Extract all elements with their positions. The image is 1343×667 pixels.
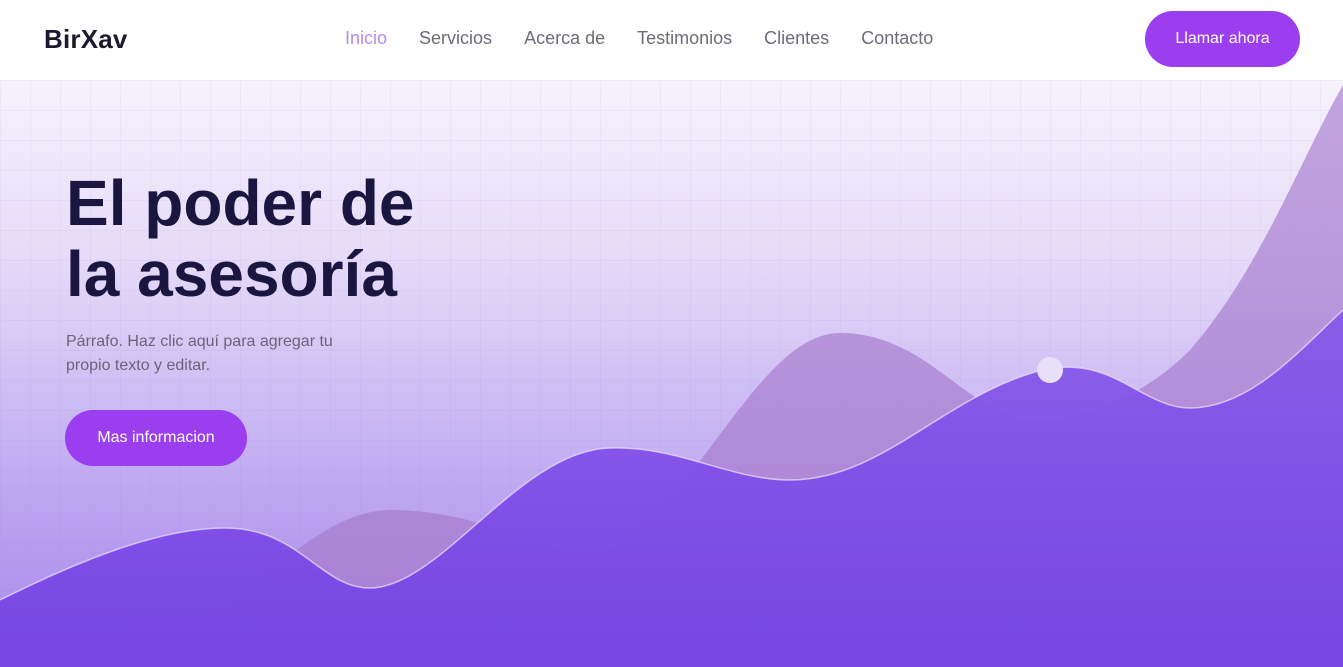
nav-item-acerca-de[interactable]: Acerca de [524,28,605,49]
hero-paragraph: Párrafo. Haz clic aquí para agregar tu p… [66,333,333,374]
nav-item-testimonios[interactable]: Testimonios [637,28,732,49]
hero-section: El poder de la asesoría Párrafo. Haz cli… [0,80,1343,667]
peak-marker-dot [1037,357,1063,383]
headline-line-2: la asesoría [66,238,397,310]
headline-line-1: El poder de [66,167,415,239]
nav-item-contacto[interactable]: Contacto [861,28,933,49]
site-header: BirXav Inicio Servicios Acerca de Testim… [0,0,1343,80]
site-logo[interactable]: BirXav [44,24,128,55]
call-now-button[interactable]: Llamar ahora [1145,11,1300,67]
nav-item-inicio[interactable]: Inicio [345,28,387,49]
nav-item-servicios[interactable]: Servicios [419,28,492,49]
main-nav: Inicio Servicios Acerca de Testimonios C… [345,28,933,49]
hero-headline: El poder de la asesoría [66,168,415,310]
nav-item-clientes[interactable]: Clientes [764,28,829,49]
more-info-button[interactable]: Mas informacion [65,410,247,466]
